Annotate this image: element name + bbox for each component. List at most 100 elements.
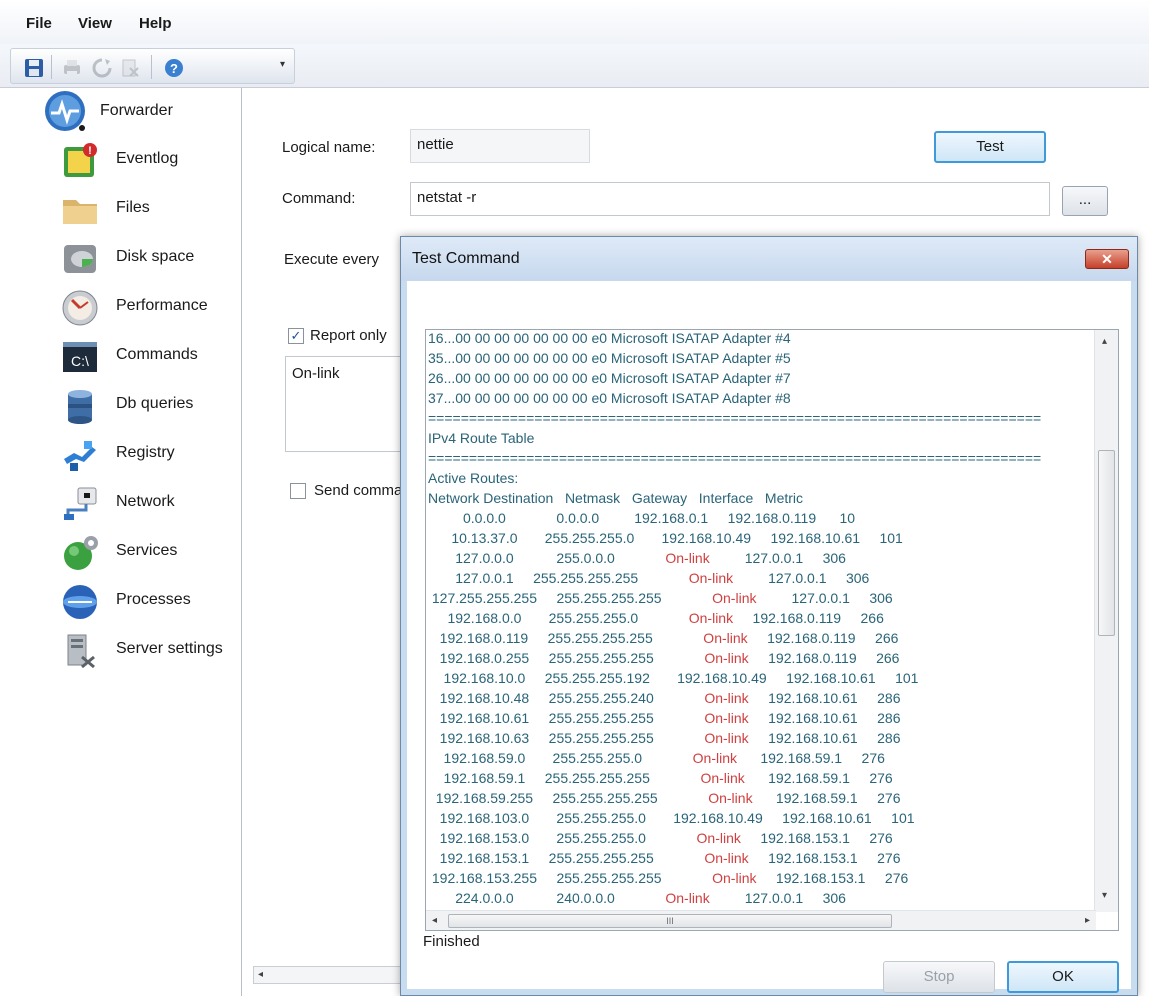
menu-bar: File View Help: [0, 0, 1149, 44]
route-cell: On-link: [669, 870, 765, 886]
route-cell: 192.168.59.1: [428, 770, 534, 786]
scroll-left-icon[interactable]: ◂: [258, 969, 263, 980]
route-cell: 192.168.153.255: [428, 870, 545, 886]
route-cell: 276: [865, 790, 909, 806]
toolstrip: ? ▾: [10, 48, 295, 84]
route-cell: 192.168.153.1: [748, 830, 858, 846]
send-command-label: Send comma: [314, 482, 403, 499]
dialog-titlebar[interactable]: Test Command ✕: [401, 237, 1137, 281]
route-cell: 286: [865, 690, 909, 706]
route-row: 0.0.0.0 0.0.0.0 192.168.0.1 192.168.0.11…: [428, 508, 1098, 528]
route-cell: 192.168.0.119: [715, 510, 824, 526]
scroll-right-icon[interactable]: ▸: [1085, 915, 1090, 926]
server-settings-icon: [67, 634, 95, 669]
toolbar-overflow-icon[interactable]: ▾: [280, 59, 290, 77]
route-cell: 127.0.0.1: [717, 890, 811, 906]
route-cell: 192.168.0.1: [607, 510, 716, 526]
horizontal-scroll-thumb[interactable]: III: [448, 914, 892, 928]
route-cell: On-link: [661, 710, 757, 726]
route-cell: 276: [873, 870, 917, 886]
route-cell: 255.255.255.255: [544, 590, 670, 606]
route-cell: 276: [865, 850, 909, 866]
route-cell: 10.13.37.0: [428, 530, 526, 546]
vertical-scroll-thumb[interactable]: [1098, 450, 1115, 636]
route-cell: 192.168.10.49: [653, 810, 771, 826]
sidebar-item-label: Performance: [116, 297, 208, 314]
route-cell: 306: [810, 890, 854, 906]
sidebar-item-commands[interactable]: C:\ Commands: [32, 334, 240, 380]
sidebar-item-server-settings[interactable]: Server settings: [32, 628, 240, 674]
send-command-checkbox[interactable]: [290, 483, 306, 499]
route-cell: 255.255.255.192: [533, 670, 658, 686]
route-cell: 255.255.255.255: [544, 870, 670, 886]
route-cell: 255.255.255.255: [536, 730, 662, 746]
route-cell: 192.168.10.61: [758, 530, 868, 546]
report-only-label: Report only: [310, 327, 387, 344]
route-cell: 127.0.0.1: [717, 550, 811, 566]
logical-name-field[interactable]: nettie: [410, 129, 590, 163]
registry-icon: [64, 441, 96, 471]
scroll-left-icon[interactable]: ◂: [432, 915, 437, 926]
sidebar-item-label: Services: [116, 542, 178, 559]
command-output[interactable]: 16...00 00 00 00 00 00 00 e0 Microsoft I…: [425, 329, 1119, 931]
stop-button[interactable]: Stop: [883, 961, 995, 993]
sidebar-item-processes[interactable]: Processes: [32, 579, 240, 625]
sidebar-item-services[interactable]: Services: [32, 530, 240, 576]
test-button[interactable]: Test: [934, 131, 1046, 163]
output-vertical-scrollbar[interactable]: ▴ ▾: [1094, 330, 1118, 912]
menu-file[interactable]: File: [26, 15, 52, 32]
save-icon[interactable]: [23, 57, 45, 79]
route-cell: On-link: [661, 650, 757, 666]
main-horizontal-scrollbar[interactable]: ◂: [253, 966, 403, 984]
scroll-down-icon[interactable]: ▾: [1102, 890, 1107, 901]
route-cell: 266: [863, 630, 907, 646]
sidebar-item-files[interactable]: Files: [32, 187, 240, 233]
route-cell: On-link: [661, 850, 757, 866]
route-row: 192.168.10.0 255.255.255.192 192.168.10.…: [428, 668, 1098, 688]
route-row: 192.168.153.0 255.255.255.0 On-link 192.…: [428, 828, 1098, 848]
output-horizontal-scrollbar[interactable]: ◂ III ▸: [426, 910, 1096, 930]
sidebar-item-db-queries[interactable]: Db queries: [32, 383, 240, 429]
close-icon[interactable]: ✕: [1085, 249, 1129, 269]
ok-button[interactable]: OK: [1007, 961, 1119, 993]
route-cell: 255.255.255.0: [529, 610, 646, 626]
route-row: 127.0.0.1 255.255.255.255 On-link 127.0.…: [428, 568, 1098, 588]
sidebar-item-network[interactable]: Network: [32, 481, 240, 527]
route-row: 192.168.10.61 255.255.255.255 On-link 19…: [428, 708, 1098, 728]
route-cell: 192.168.59.255: [428, 790, 541, 806]
dialog-title: Test Command: [412, 250, 520, 267]
sidebar-item-performance[interactable]: Performance: [32, 285, 240, 331]
menu-help[interactable]: Help: [139, 15, 172, 32]
sidebar-item-forwarder[interactable]: Forwarder: [32, 88, 240, 134]
report-only-checkbox[interactable]: ✓: [288, 328, 304, 344]
route-cell: 192.168.153.0: [428, 830, 537, 846]
scroll-up-icon[interactable]: ▴: [1102, 336, 1107, 347]
left-margin: [0, 88, 32, 996]
route-cell: 255.255.255.255: [536, 850, 662, 866]
help-icon[interactable]: ?: [163, 57, 185, 79]
route-row: 127.0.0.0 255.0.0.0 On-link 127.0.0.1 30…: [428, 548, 1098, 568]
sidebar-item-registry[interactable]: Registry: [32, 432, 240, 478]
sidebar-item-eventlog[interactable]: ! Eventlog: [32, 138, 240, 184]
route-cell: 192.168.0.255: [428, 650, 537, 666]
print-icon[interactable]: [61, 57, 83, 79]
refresh-icon[interactable]: [91, 57, 113, 79]
route-row: 127.255.255.255 255.255.255.255 On-link …: [428, 588, 1098, 608]
filter-textarea[interactable]: On-link: [285, 356, 403, 452]
route-cell: 101: [883, 670, 927, 686]
browse-button[interactable]: ...: [1062, 186, 1108, 216]
sidebar-item-label: Forwarder: [100, 102, 173, 119]
delete-icon[interactable]: [119, 57, 141, 79]
route-cell: 286: [865, 730, 909, 746]
output-separator: ========================================…: [428, 410, 1042, 426]
route-cell: 276: [857, 770, 901, 786]
route-cell: 255.255.255.0: [536, 810, 654, 826]
command-field[interactable]: netstat -r: [410, 182, 1050, 216]
network-icon: [64, 487, 97, 520]
route-cell: 266: [848, 610, 892, 626]
menu-view[interactable]: View: [78, 15, 112, 32]
route-cell: 192.168.10.49: [642, 530, 759, 546]
sidebar-item-label: Network: [116, 493, 175, 510]
sidebar-item-disk-space[interactable]: Disk space: [32, 236, 240, 282]
route-cell: 192.168.0.119: [428, 630, 536, 646]
